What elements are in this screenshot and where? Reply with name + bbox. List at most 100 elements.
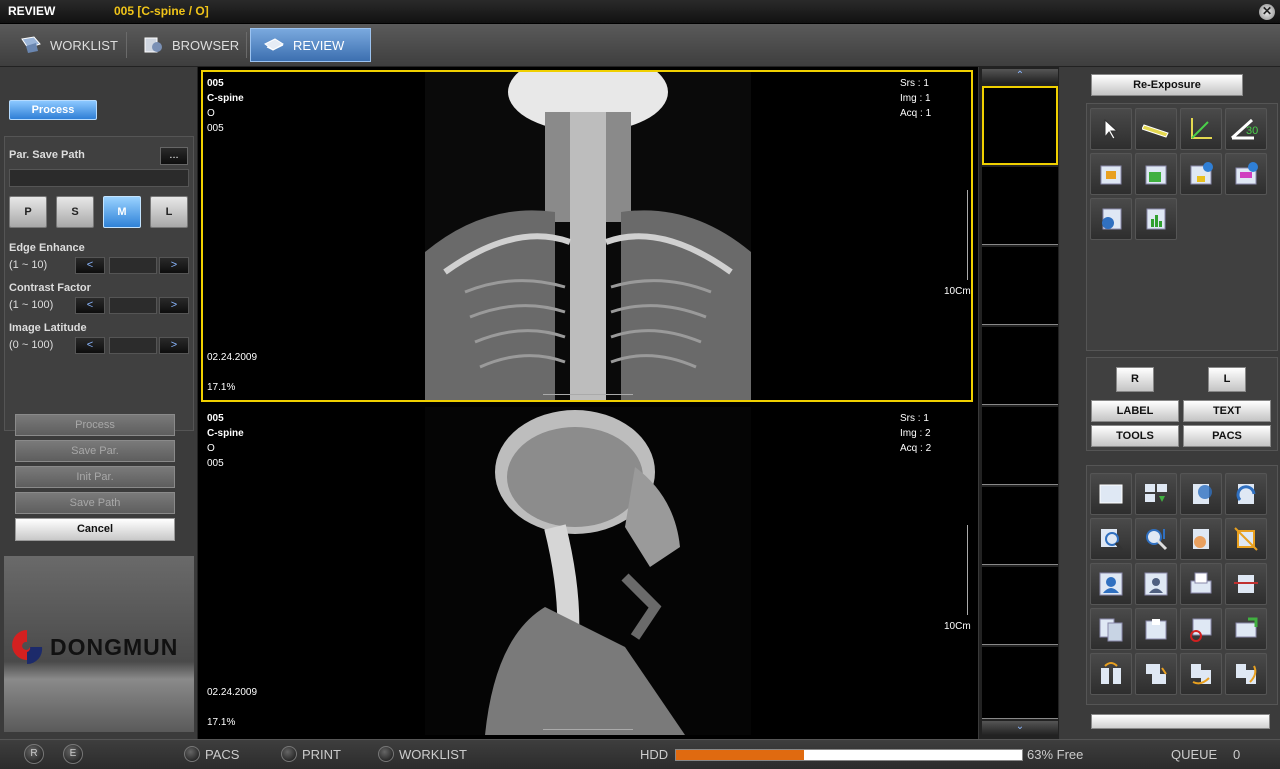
save-path-field[interactable] [9, 169, 189, 187]
bar-chart-icon[interactable] [1135, 198, 1177, 240]
move-down-icon[interactable] [1135, 653, 1177, 695]
image-latitude-value[interactable] [109, 337, 157, 354]
thumb-scroll-down[interactable]: ⌄ [982, 721, 1058, 735]
paste-image-icon[interactable] [1135, 608, 1177, 650]
thumbnail-3[interactable] [982, 247, 1058, 325]
roi-info-icon[interactable] [1180, 153, 1222, 195]
print-status-led [281, 746, 297, 762]
histogram-icon[interactable] [1135, 153, 1177, 195]
move-up-icon[interactable] [1090, 653, 1132, 695]
re-exposure-button[interactable]: Re-Exposure [1091, 74, 1243, 96]
image-latitude-label: Image Latitude [9, 322, 87, 334]
size-l-button[interactable]: L [150, 196, 188, 228]
thumbnail-2[interactable] [982, 167, 1058, 245]
size-m-button[interactable]: M [103, 196, 141, 228]
density-icon[interactable] [1090, 153, 1132, 195]
multi-layout-icon[interactable] [1135, 473, 1177, 515]
magnify-icon[interactable] [1090, 518, 1132, 560]
tools-button[interactable]: TOOLS [1091, 425, 1179, 447]
contrast-factor-decrease[interactable]: < [75, 297, 105, 314]
reorder-icon[interactable] [1225, 653, 1267, 695]
right-marker-button[interactable]: R [1116, 367, 1154, 392]
single-layout-icon[interactable] [1090, 473, 1132, 515]
cobb-angle-icon[interactable]: 30 [1225, 108, 1267, 150]
cancel-button[interactable]: Cancel [15, 518, 175, 541]
crop-icon[interactable] [1225, 518, 1267, 560]
portrait-frame-icon[interactable] [1090, 563, 1132, 605]
queue-count: 0 [1233, 747, 1241, 762]
person-image-icon[interactable] [1135, 563, 1177, 605]
process-button[interactable]: Process [15, 414, 175, 436]
dongmun-logo-icon [12, 630, 43, 665]
thumbnail-1[interactable] [982, 86, 1058, 165]
init-par-button[interactable]: Init Par. [15, 466, 175, 488]
export-image-icon[interactable] [1225, 608, 1267, 650]
print-preview-icon[interactable] [1180, 563, 1222, 605]
pointer-icon[interactable] [1090, 108, 1132, 150]
tab-review[interactable]: REVIEW [250, 28, 371, 62]
tab-worklist[interactable]: WORKLIST [8, 28, 130, 62]
close-icon[interactable]: ✕ [1259, 4, 1275, 20]
xray-chest-ap-image [425, 72, 751, 400]
status-bar: R E PACS PRINT WORKLIST HDD 63% Free QUE… [0, 739, 1280, 769]
flip-icon[interactable] [1225, 563, 1267, 605]
ruler-icon[interactable] [1135, 108, 1177, 150]
save-path-button[interactable]: Save Path [15, 492, 175, 514]
swap-icon[interactable] [1180, 653, 1222, 695]
size-p-button[interactable]: P [9, 196, 47, 228]
vp2-img: Img : 2 [900, 428, 931, 439]
vp2-date: 02.24.2009 [207, 687, 258, 698]
angle-icon[interactable] [1180, 108, 1222, 150]
left-marker-button[interactable]: L [1208, 367, 1246, 392]
viewport-2[interactable]: 005 C-spine O 005 Srs : 1 Img : 2 Acq : … [201, 405, 973, 737]
vp1-view: O [207, 108, 215, 119]
contrast-factor-increase[interactable]: > [159, 297, 189, 314]
delete-image-icon[interactable] [1180, 608, 1222, 650]
queue-label: QUEUE [1171, 747, 1218, 762]
pacs-status-led [184, 746, 200, 762]
edge-enhance-increase[interactable]: > [159, 257, 189, 274]
text-button[interactable]: TEXT [1183, 400, 1271, 422]
browse-path-button[interactable]: ... [160, 147, 188, 165]
thumbnail-8[interactable] [982, 647, 1058, 719]
contrast-factor-value[interactable] [109, 297, 157, 314]
thumb-scroll-up[interactable]: ⌃ [982, 69, 1058, 83]
dongmun-logo-text: DONGMUN [50, 634, 179, 660]
hdd-usage-fill [676, 750, 805, 760]
rotate-left-icon[interactable] [1180, 473, 1222, 515]
save-par-button[interactable]: Save Par. [15, 440, 175, 462]
thumbnail-7[interactable] [982, 567, 1058, 645]
edge-enhance-value[interactable] [109, 257, 157, 274]
contrast-factor-range: (1 ~ 100) [9, 299, 54, 311]
eraser-icon[interactable] [1225, 153, 1267, 195]
vp1-id: 005 [207, 78, 224, 89]
image-latitude-increase[interactable]: > [159, 337, 189, 354]
vp1-vertical-ruler [967, 190, 972, 280]
label-button[interactable]: LABEL [1091, 400, 1179, 422]
thumbnail-4[interactable] [982, 327, 1058, 405]
viewport-1[interactable]: 005 C-spine O 005 Srs : 1 Img : 1 Acq : … [201, 70, 973, 402]
par-save-path-label: Par. Save Path [9, 149, 85, 161]
pan-hand-icon[interactable] [1180, 518, 1222, 560]
r-indicator[interactable]: R [24, 744, 44, 764]
process-top-button[interactable]: Process [9, 100, 97, 120]
vp1-series-info: Srs : 1 Img : 1 Acq : 1 [900, 76, 931, 121]
profile-icon[interactable] [1090, 198, 1132, 240]
vp1-zoom: 17.1% [207, 382, 236, 393]
image-latitude-decrease[interactable]: < [75, 337, 105, 354]
vp2-vertical-ruler [967, 525, 972, 615]
vp2-body: C-spine [207, 428, 244, 439]
size-s-button[interactable]: S [56, 196, 94, 228]
pacs-button[interactable]: PACS [1183, 425, 1271, 447]
tab-browser[interactable]: BROWSER [130, 28, 251, 62]
thumbnail-5[interactable] [982, 407, 1058, 485]
rotate-right-icon[interactable] [1225, 473, 1267, 515]
nav-divider [126, 32, 127, 58]
e-indicator[interactable]: E [63, 744, 83, 764]
zoom-icon[interactable] [1135, 518, 1177, 560]
copy-image-icon[interactable] [1090, 608, 1132, 650]
worklist-status-led [378, 746, 394, 762]
thumbnail-6[interactable] [982, 487, 1058, 565]
edge-enhance-decrease[interactable]: < [75, 257, 105, 274]
review-icon [264, 38, 284, 51]
